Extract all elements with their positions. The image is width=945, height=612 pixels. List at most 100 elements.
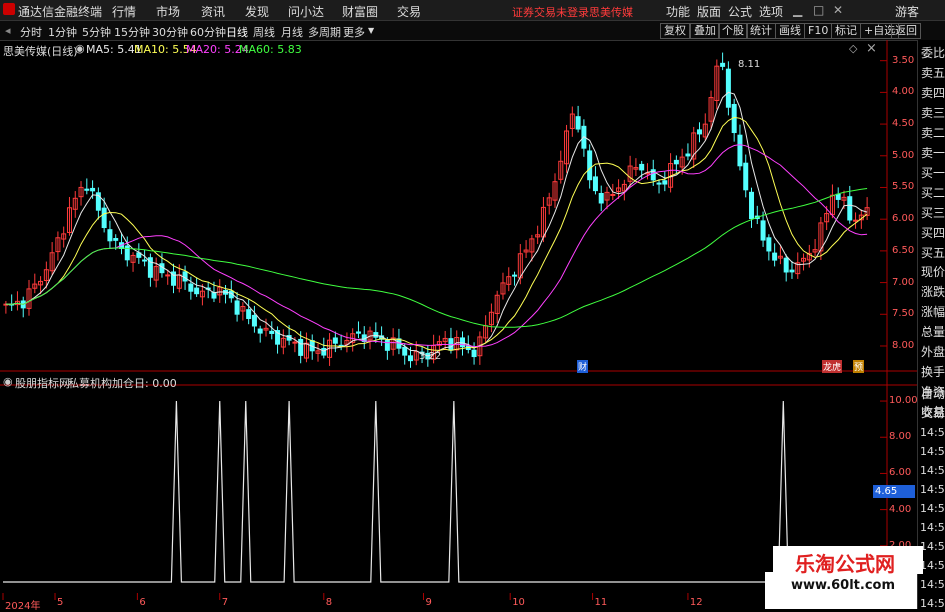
candle-body (720, 62, 726, 67)
candle-body (234, 300, 240, 315)
period-15min[interactable]: 15分钟 (114, 24, 150, 40)
sidebar-label[interactable]: 买二 (921, 184, 945, 201)
sidebar-label[interactable]: 自动 (921, 385, 945, 402)
menu-hangqing[interactable]: 行情 (112, 3, 136, 20)
biaoji-button[interactable]: 标记 (831, 23, 861, 39)
more-dropdown-icon[interactable]: ▼ (368, 26, 374, 35)
menu-xuanxiang[interactable]: 选项 (759, 3, 783, 20)
menu-gongshi[interactable]: 公式 (728, 3, 752, 20)
trade-time: 14:56 (920, 559, 945, 572)
period-fenshi[interactable]: 分时 (20, 24, 42, 40)
app-title: 通达信金融终端 (18, 5, 103, 19)
sidebar-label[interactable]: 买五 (921, 244, 945, 261)
menu-banmian[interactable]: 版面 (697, 3, 721, 20)
candle-body (835, 193, 841, 200)
candle-body (257, 328, 263, 334)
price-tick-label: 6.00 (892, 213, 915, 225)
gegu-button[interactable]: 个股 (718, 23, 748, 39)
diejia-button[interactable]: 叠加 (690, 23, 720, 39)
sidebar-label[interactable]: 涨幅 (921, 303, 945, 320)
indicator-toggle-icon[interactable]: ◉ (3, 375, 13, 388)
trade-time: 14:56 (920, 540, 945, 553)
sidebar-label[interactable]: 买三 (921, 204, 945, 221)
sidebar-label[interactable]: 买一 (921, 164, 945, 181)
candle-body (471, 349, 477, 358)
minimize-icon[interactable]: ▁ (793, 3, 802, 17)
period-monthly[interactable]: 月线 (281, 24, 303, 40)
candlestick-series (3, 52, 870, 368)
tongji-button[interactable]: 统计 (746, 23, 776, 39)
signal-line (3, 401, 870, 583)
forecast-tag[interactable]: 预 (853, 360, 865, 373)
period-5min[interactable]: 5分钟 (82, 24, 111, 40)
settings-diamond-icon[interactable]: ◇ (849, 42, 857, 55)
sidebar-label[interactable]: 卖二 (921, 124, 945, 141)
back-button[interactable]: 返回 (891, 23, 921, 39)
period-multi[interactable]: 多周期 (308, 24, 341, 40)
sidebar-label[interactable]: 外盘 (921, 343, 945, 360)
trade-time: 14:56 (920, 464, 945, 477)
menu-wenxiaoda[interactable]: 问小达 (288, 3, 324, 20)
menu-shichang[interactable]: 市场 (156, 3, 180, 20)
indicator-tick-label: 8.00 (889, 431, 912, 443)
login-status[interactable]: 证券交易未登录 (512, 4, 589, 20)
guest-label[interactable]: 游客 (895, 3, 919, 20)
menu-zixun[interactable]: 资讯 (201, 3, 225, 20)
finance-tag[interactable]: 财 (577, 360, 589, 373)
watermark: 乐淘公式网 www.60lt.com (765, 546, 923, 609)
period-60min[interactable]: 60分钟 (190, 24, 226, 40)
maximize-icon[interactable]: □ (813, 3, 824, 17)
sidebar-label[interactable]: 卖五 (921, 64, 945, 81)
fuquan-button[interactable]: 复权 (660, 23, 690, 39)
menu-caifuquan[interactable]: 财富圈 (342, 3, 378, 20)
sidebar-label[interactable]: 总量 (921, 323, 945, 340)
candle-body (373, 332, 379, 338)
menu-faxian[interactable]: 发现 (245, 3, 269, 20)
header-toggle-icon[interactable]: ◉ (75, 42, 85, 55)
period-1min[interactable]: 1分钟 (48, 24, 77, 40)
sidebar-label[interactable]: 卖四 (921, 84, 945, 101)
menu-gongneng[interactable]: 功能 (666, 3, 690, 20)
candle-body (101, 207, 107, 229)
indicator-current-value: 4.65 (873, 485, 915, 498)
sidebar-label[interactable]: 卖一 (921, 144, 945, 161)
candle-body (251, 314, 257, 327)
sidebar-label[interactable]: 卖三 (921, 104, 945, 121)
sidebar-label[interactable]: 现价 (921, 263, 945, 280)
candle-body (90, 187, 96, 192)
menu-jiaoyi[interactable]: 交易 (397, 3, 421, 20)
low-price-label: 3.22 (419, 351, 442, 362)
watermark-url: www.60lt.com (791, 578, 896, 593)
price-tick-label: 3.50 (892, 54, 915, 66)
indicator-tick-label: 4.00 (889, 503, 912, 515)
period-daily[interactable]: 日线 (226, 24, 248, 40)
price-tick-label: 7.50 (892, 308, 915, 320)
f10-button[interactable]: F10 (804, 23, 833, 39)
candle-body (760, 220, 766, 241)
sidebar-label[interactable]: 换手 (921, 363, 945, 380)
candle-body (766, 237, 772, 252)
candle-body (853, 219, 859, 222)
app-logo-icon (3, 3, 15, 15)
period-weekly[interactable]: 周线 (253, 24, 275, 40)
period-more[interactable]: 更多 (343, 24, 365, 40)
price-tick-label: 5.00 (892, 149, 915, 161)
huaxian-button[interactable]: 画线 (775, 23, 805, 39)
toolbar-toggle-icon[interactable]: ◂ (5, 24, 11, 37)
price-tick-label: 4.50 (892, 118, 915, 130)
sidebar-label[interactable]: 交易 (921, 404, 945, 421)
quote-sidebar: 委比 卖五 卖四 卖三 卖二 卖一 买一 买二 买三 买四 买五 现价 涨跌 涨幅 总量 外盘 换手 净资 收益 自动… (917, 40, 945, 610)
chart-area[interactable] (0, 40, 917, 609)
indicator-name[interactable]: 股朋指标网 (15, 375, 70, 391)
candle-body (188, 283, 194, 292)
close-icon[interactable]: ✕ (833, 3, 843, 17)
longhu-tag[interactable]: 龙虎 (822, 360, 843, 373)
sidebar-label[interactable]: 委比 (921, 44, 945, 61)
sidebar-label[interactable]: 买四 (921, 224, 945, 241)
sidebar-label[interactable]: 涨跌 (921, 283, 945, 300)
candle-body (211, 291, 217, 299)
period-30min[interactable]: 30分钟 (152, 24, 188, 40)
chart-close-icon[interactable]: × (866, 41, 877, 56)
candle-body (673, 159, 679, 165)
ma20-line (5, 144, 868, 348)
